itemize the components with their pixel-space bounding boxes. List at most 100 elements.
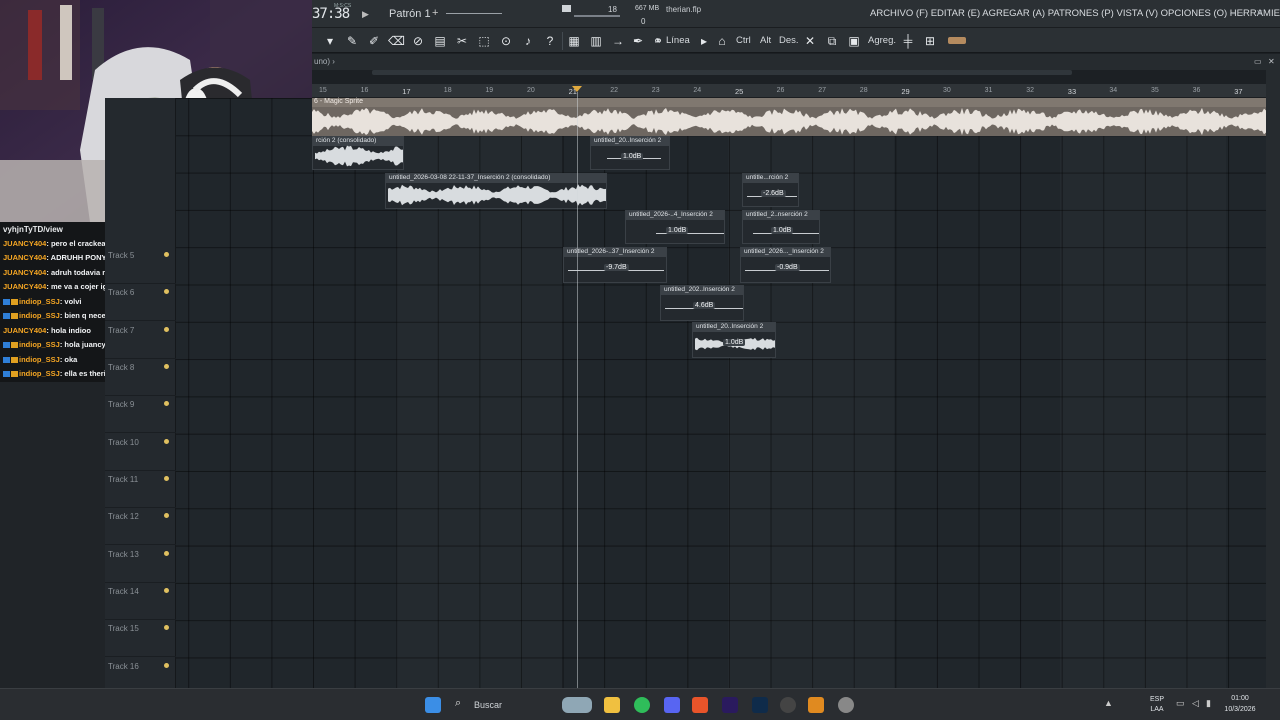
track-led-icon[interactable] bbox=[164, 252, 169, 257]
file-explorer-icon[interactable] bbox=[604, 697, 620, 713]
playlist-grid[interactable] bbox=[176, 98, 1266, 688]
audio-clip[interactable]: untitled_2026-03-08 22-11-37_Inserción 2… bbox=[385, 173, 607, 209]
magnet-icon[interactable]: ∩ bbox=[654, 35, 661, 46]
track-header[interactable]: Track 13 bbox=[105, 546, 176, 584]
select-icon[interactable]: ⬚ bbox=[476, 33, 492, 49]
lang-bottom[interactable]: LAA bbox=[1146, 706, 1168, 713]
track-header[interactable]: Track 14 bbox=[105, 583, 176, 621]
track-header[interactable]: Track 8 bbox=[105, 359, 176, 397]
pencil-icon[interactable]: ✎ bbox=[344, 33, 360, 49]
snap-selector[interactable]: Línea bbox=[666, 35, 690, 46]
delete-icon[interactable]: ⌫ bbox=[388, 33, 405, 49]
track-led-icon[interactable] bbox=[164, 625, 169, 630]
playlist-breadcrumb[interactable]: uno) › bbox=[314, 57, 335, 66]
track-header[interactable]: Track 12 bbox=[105, 508, 176, 546]
slip-icon[interactable]: ▤ bbox=[432, 33, 448, 49]
windows-start-icon[interactable] bbox=[425, 697, 441, 713]
paint-icon[interactable]: ✐ bbox=[366, 33, 382, 49]
track-led-icon[interactable] bbox=[164, 327, 169, 332]
audio-clip[interactable]: untitled_20..Inserción 2 1.0dB bbox=[590, 136, 670, 170]
tag-icon[interactable] bbox=[948, 37, 966, 44]
copy-icon[interactable]: ⧉ bbox=[824, 33, 840, 49]
restore-icon[interactable]: ▫ bbox=[1242, 8, 1245, 18]
network-icon[interactable]: ▭ bbox=[1176, 698, 1192, 714]
track-led-icon[interactable] bbox=[164, 513, 169, 518]
playback-icon[interactable]: ♪ bbox=[520, 33, 536, 49]
arrow-right-icon[interactable]: → bbox=[610, 33, 626, 49]
close-icon[interactable]: ✕ bbox=[1256, 8, 1264, 19]
track-led-icon[interactable] bbox=[164, 439, 169, 444]
playhead-line[interactable] bbox=[577, 92, 578, 688]
taskbar-search[interactable]: Buscar bbox=[474, 700, 502, 710]
menu-arrow-icon[interactable]: ▾ bbox=[322, 33, 338, 49]
track-led-icon[interactable] bbox=[164, 476, 169, 481]
audio-clip[interactable]: untitled_2026-..37_Inserción 2 -9.7dB bbox=[563, 247, 667, 283]
track-header[interactable]: Track 5 bbox=[105, 247, 176, 285]
audio-clip[interactable]: untitled_2..nserción 2 1.0dB bbox=[742, 210, 820, 244]
zoom-icon[interactable]: ⊙ bbox=[498, 33, 514, 49]
alt-button[interactable]: Alt bbox=[760, 35, 771, 46]
clock-time[interactable]: 01:00 bbox=[1210, 695, 1270, 702]
track-name: Track 15 bbox=[108, 624, 139, 633]
lang-top[interactable]: ESP bbox=[1146, 696, 1168, 703]
audio-clip-magic-sprite[interactable]: 6 - Magic Sprite bbox=[312, 98, 1266, 136]
weather-widget-icon[interactable] bbox=[562, 697, 592, 713]
pattern-arrow-icon[interactable]: ▶ bbox=[362, 9, 369, 20]
mute-icon[interactable]: ⊘ bbox=[410, 33, 426, 49]
track-header[interactable]: Track 9 bbox=[105, 396, 176, 434]
ctrl-button[interactable]: Ctrl bbox=[736, 35, 751, 46]
slice-icon[interactable]: ✂ bbox=[454, 33, 470, 49]
track-header[interactable]: Track 11 bbox=[105, 471, 176, 509]
fl-studio-icon[interactable] bbox=[808, 697, 824, 713]
pattern-selector[interactable]: Patrón 1 bbox=[389, 8, 431, 20]
audio-clip[interactable]: untitled_202..Inserción 2 4.6dB bbox=[660, 285, 744, 321]
vertical-scrollbar[interactable] bbox=[1266, 70, 1280, 690]
audio-clip[interactable]: untitled_2026..._Inserción 2 -0.9dB bbox=[740, 247, 831, 283]
cart-icon[interactable]: ⊞ bbox=[922, 33, 938, 49]
playlist-maximize-icon[interactable]: ▭ bbox=[1254, 57, 1262, 66]
clip-gain: 1.0dB bbox=[666, 227, 689, 234]
track-led-icon[interactable] bbox=[164, 289, 169, 294]
track-header[interactable]: Track 7 bbox=[105, 322, 176, 360]
whatsapp-icon[interactable] bbox=[634, 697, 650, 713]
track-header[interactable]: Track 15 bbox=[105, 620, 176, 658]
premiere-icon[interactable] bbox=[722, 697, 738, 713]
timeline-ruler[interactable]: 15 16 17 18 19 20 21 22 23 24 25 26 27 28 29 30 31 32 33 34… bbox=[312, 84, 1266, 98]
help-icon[interactable]: ? bbox=[542, 33, 558, 49]
horizontal-scrollbar[interactable] bbox=[372, 70, 1072, 75]
track-led-icon[interactable] bbox=[164, 364, 169, 369]
playlist-close-icon[interactable]: ✕ bbox=[1268, 57, 1275, 66]
piano-icon[interactable]: ▥ bbox=[588, 33, 604, 49]
audio-clip[interactable]: untitled_2026-..4_Inserción 2 1.0dB bbox=[625, 210, 725, 244]
fader-icon[interactable]: ╪ bbox=[900, 33, 916, 49]
cut-icon[interactable]: ✕ bbox=[802, 33, 818, 49]
audio-clip[interactable]: untitle...rción 2 -2.6dB bbox=[742, 173, 799, 207]
track-led-icon[interactable] bbox=[164, 401, 169, 406]
settings-icon[interactable] bbox=[838, 697, 854, 713]
tray-arrow-icon[interactable]: ▲ bbox=[1104, 698, 1120, 714]
snap-icon[interactable]: ▦ bbox=[566, 33, 582, 49]
snap-arrow-icon[interactable]: ▸ bbox=[696, 33, 712, 49]
track-header[interactable]: Track 6 bbox=[105, 284, 176, 322]
hat-icon[interactable]: ⌂ bbox=[714, 33, 730, 49]
brush-icon[interactable]: ✒ bbox=[630, 33, 646, 49]
brave-icon[interactable] bbox=[692, 697, 708, 713]
tempo-slider[interactable] bbox=[446, 13, 502, 14]
main-menu[interactable]: ARCHIVO (F) EDITAR (E) AGREGAR (A) PATRO… bbox=[870, 8, 1280, 19]
obs-icon[interactable] bbox=[780, 697, 796, 713]
audio-clip[interactable]: untitled_20..Inserción 2 1.0dB bbox=[692, 322, 776, 358]
photoshop-icon[interactable] bbox=[752, 697, 768, 713]
add-pattern-button[interactable]: + bbox=[432, 7, 438, 19]
track-led-icon[interactable] bbox=[164, 663, 169, 668]
audio-clip[interactable]: rción 2 (consolidado) bbox=[312, 136, 404, 170]
deselect-button[interactable]: Des. bbox=[779, 35, 799, 46]
track-header[interactable]: Track 10 bbox=[105, 434, 176, 472]
minimize-icon[interactable]: – bbox=[1230, 8, 1235, 18]
track-led-icon[interactable] bbox=[164, 551, 169, 556]
track-led-icon[interactable] bbox=[164, 588, 169, 593]
discord-icon[interactable] bbox=[664, 697, 680, 713]
clock-date[interactable]: 10/3/2026 bbox=[1210, 706, 1270, 713]
search-icon[interactable]: ⌕ bbox=[455, 697, 471, 713]
paste-icon[interactable]: ▣ bbox=[846, 33, 862, 49]
add-button[interactable]: Agreg. bbox=[868, 35, 896, 46]
